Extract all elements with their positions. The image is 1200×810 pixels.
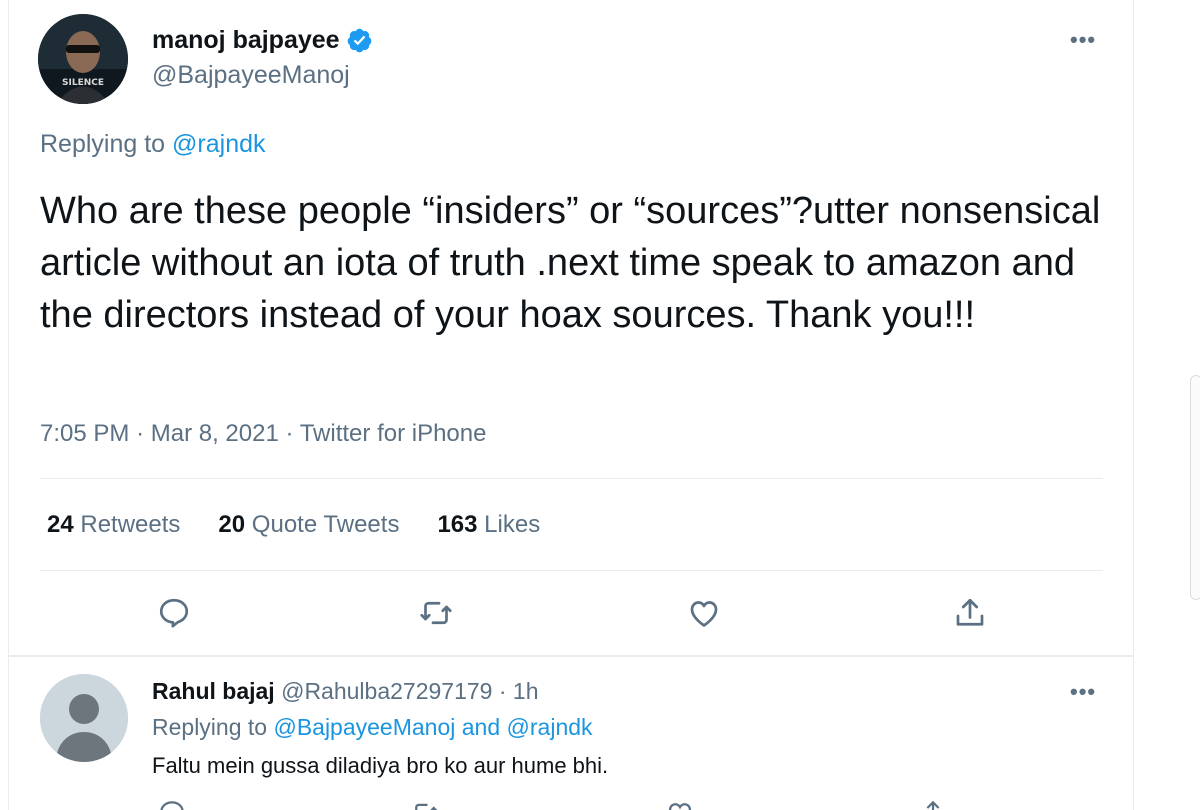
retweet-icon	[415, 803, 438, 810]
author-name[interactable]: manoj bajpayee	[152, 26, 340, 55]
reply-icon	[160, 801, 184, 810]
quote-tweets-label: Quote Tweets	[251, 511, 400, 538]
replying-mention-link[interactable]: @rajndk	[172, 130, 265, 158]
likes-stat[interactable]: 163 Likes	[437, 511, 540, 539]
likes-label: Likes	[484, 511, 541, 538]
replying-and: and	[461, 714, 501, 740]
tweet-source[interactable]: Twitter for iPhone	[300, 420, 487, 447]
reply-more-options-icon[interactable]: •••	[1070, 679, 1096, 705]
replying-prefix: Replying to	[152, 714, 268, 740]
reply-time[interactable]: 1h	[513, 678, 539, 704]
default-avatar-icon	[40, 674, 128, 762]
reply-replying-to: Replying to @BajpayeeManoj and @rajndk	[152, 714, 593, 741]
replying-mention-link[interactable]: @rajndk	[507, 714, 593, 740]
divider	[40, 478, 1103, 479]
share-button[interactable]	[952, 595, 988, 631]
author-handle[interactable]: @BajpayeeManoj	[152, 61, 350, 90]
retweets-stat[interactable]: 24 Retweets	[47, 511, 180, 539]
tweet-meta: 7:05 PM · Mar 8, 2021 · Twitter for iPho…	[40, 420, 486, 448]
retweets-count: 24	[47, 511, 74, 538]
divider	[40, 570, 1103, 571]
replying-mention-link[interactable]: @BajpayeeManoj	[273, 714, 455, 740]
share-icon	[956, 598, 984, 626]
reply-author-name[interactable]: Rahul bajaj	[152, 678, 275, 704]
reply-like-button[interactable]	[665, 798, 695, 810]
tweet-stats: 24 Retweets 20 Quote Tweets 163 Likes	[47, 511, 578, 539]
like-button[interactable]	[686, 595, 722, 631]
reply-retweet-button[interactable]	[410, 798, 440, 810]
reply-share-button[interactable]	[918, 798, 948, 810]
tweet-text: Who are these people “insiders” or “sour…	[40, 190, 1101, 336]
verified-badge-icon	[347, 28, 371, 53]
reply-text: Faltu mein gussa diladiya bro ko aur hum…	[152, 753, 609, 778]
quote-tweets-stat[interactable]: 20 Quote Tweets	[218, 511, 399, 539]
tweet-time[interactable]: 7:05 PM	[40, 420, 129, 447]
likes-count: 163	[437, 511, 478, 538]
tweet-date[interactable]: Mar 8, 2021	[151, 420, 279, 447]
reply-reply-button[interactable]	[157, 798, 187, 810]
meta-dot: ·	[498, 678, 507, 704]
reply-icon	[159, 598, 189, 628]
reply-author-avatar[interactable]	[40, 674, 128, 762]
retweet-button[interactable]	[418, 595, 454, 631]
retweet-icon	[420, 601, 452, 625]
scrollbar[interactable]	[1190, 375, 1200, 600]
meta-dot: ·	[285, 420, 294, 447]
reply-author-handle[interactable]: @Rahulba27297179	[281, 678, 492, 704]
replying-to: Replying to @rajndk	[40, 130, 266, 159]
avatar-text: SILENCE	[62, 78, 104, 88]
reply-header: Rahul bajaj @Rahulba27297179 · 1h	[152, 678, 539, 705]
more-options-icon[interactable]: •••	[1070, 27, 1096, 53]
quote-tweets-count: 20	[218, 511, 246, 538]
like-icon	[668, 803, 692, 810]
replying-prefix: Replying to	[40, 130, 166, 158]
like-icon	[690, 601, 718, 627]
meta-dot: ·	[136, 420, 145, 447]
author-name-row[interactable]: manoj bajpayee	[152, 26, 373, 55]
share-icon	[926, 800, 940, 810]
retweets-label: Retweets	[80, 511, 181, 538]
reply-button[interactable]	[156, 595, 192, 631]
author-avatar[interactable]: SILENCE	[38, 14, 128, 104]
tweet-separator	[8, 655, 1134, 657]
